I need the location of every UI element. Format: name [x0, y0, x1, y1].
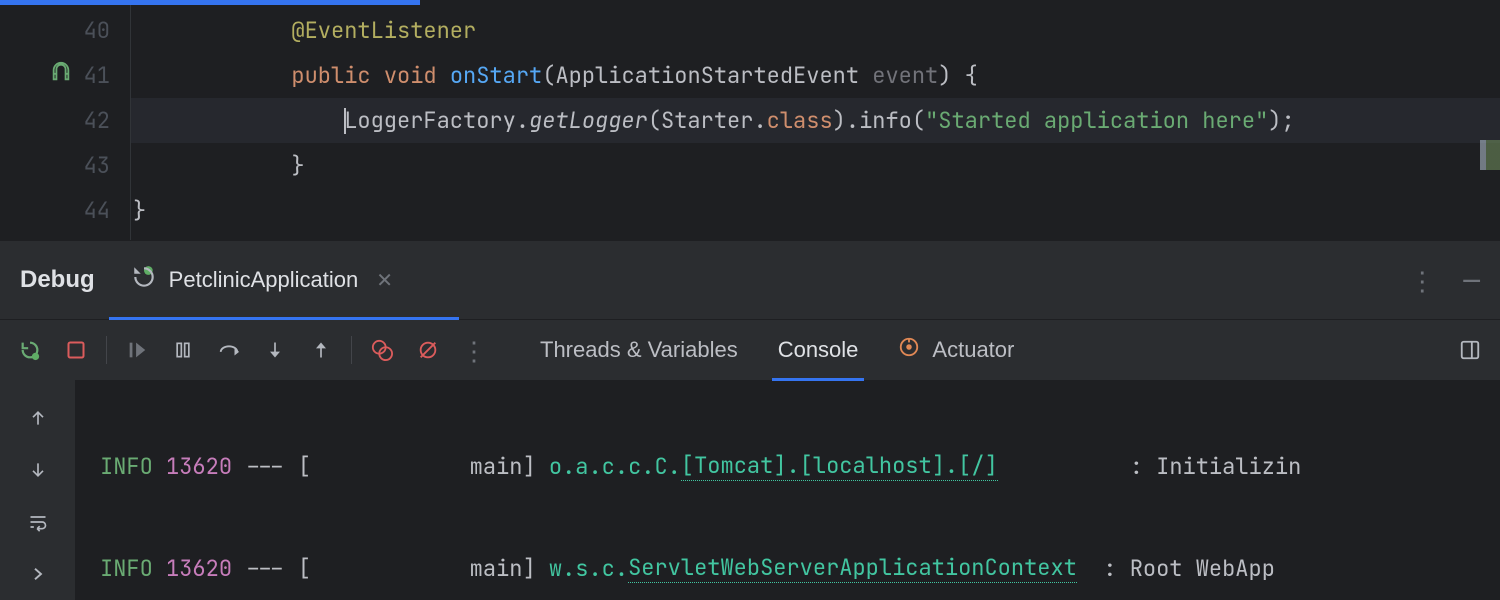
- tab-threads-variables[interactable]: Threads & Variables: [540, 320, 738, 380]
- actuator-icon: [898, 336, 920, 364]
- rerun-button[interactable]: [10, 330, 50, 370]
- line-number: 44: [0, 188, 130, 233]
- layout-button[interactable]: [1450, 330, 1490, 370]
- more-options-icon[interactable]: ⋮: [1409, 263, 1435, 298]
- minimize-icon[interactable]: —: [1463, 262, 1480, 299]
- console-panel: INFO 13620 --- [ main] o.a.c.c.C.[Tomcat…: [0, 380, 1500, 600]
- resume-button[interactable]: [117, 330, 157, 370]
- log-line[interactable]: INFO 13620 --- [ main] w.s.c.ServletWebS…: [100, 546, 1500, 590]
- line-number: 42: [0, 98, 130, 143]
- separator: [106, 336, 107, 364]
- close-tab-icon[interactable]: ✕: [370, 268, 399, 293]
- code-line[interactable]: public void onStart(ApplicationStartedEv…: [131, 53, 1500, 98]
- code-area[interactable]: @EventListener public void onStart(Appli…: [130, 5, 1500, 240]
- line-number: 41: [0, 53, 130, 98]
- view-breakpoints-button[interactable]: [362, 330, 402, 370]
- stop-button[interactable]: [56, 330, 96, 370]
- more-debug-icon[interactable]: ⋮: [454, 330, 494, 370]
- pause-button[interactable]: [163, 330, 203, 370]
- tab-underline: [109, 317, 459, 320]
- mute-breakpoints-button[interactable]: [408, 330, 448, 370]
- scroll-up-button[interactable]: [18, 398, 58, 438]
- debug-subtabs: Threads & Variables Console Actuator: [540, 320, 1014, 380]
- run-reload-icon: [131, 264, 157, 296]
- step-into-button[interactable]: [255, 330, 295, 370]
- run-configuration-tab[interactable]: PetclinicApplication ✕: [119, 241, 411, 319]
- debug-title: Debug: [0, 266, 119, 294]
- editor-gutter: 40 41 42 43 44: [0, 5, 130, 240]
- tab-actuator[interactable]: Actuator: [898, 320, 1014, 380]
- line-number: 40: [0, 8, 130, 53]
- step-out-button[interactable]: [301, 330, 341, 370]
- minimap-marker[interactable]: [1480, 140, 1500, 170]
- console-output[interactable]: INFO 13620 --- [ main] o.a.c.c.C.[Tomcat…: [76, 380, 1500, 600]
- debug-tool-window-header: Debug PetclinicApplication ✕ ⋮ —: [0, 240, 1500, 320]
- run-config-name: PetclinicApplication: [169, 267, 359, 293]
- step-over-button[interactable]: [209, 330, 249, 370]
- code-line[interactable]: }: [131, 143, 1500, 188]
- line-number: 43: [0, 143, 130, 188]
- scroll-to-end-button[interactable]: [18, 554, 58, 594]
- code-line[interactable]: }: [131, 188, 1500, 233]
- debug-controls: ⋮ Threads & Variables Console Actuator: [0, 320, 1500, 380]
- soft-wrap-button[interactable]: [18, 502, 58, 542]
- tab-console[interactable]: Console: [778, 320, 859, 380]
- console-toolbar: [0, 380, 76, 600]
- separator: [351, 336, 352, 364]
- scroll-down-button[interactable]: [18, 450, 58, 490]
- listener-icon[interactable]: [50, 61, 72, 90]
- code-line[interactable]: @EventListener: [131, 8, 1500, 53]
- log-line[interactable]: INFO 13620 --- [ main] o.a.c.c.C.[Tomcat…: [100, 444, 1500, 488]
- code-line-current[interactable]: LoggerFactory.getLogger(Starter.class).i…: [131, 98, 1500, 143]
- code-editor[interactable]: 40 41 42 43 44 @EventListener public voi…: [0, 5, 1500, 240]
